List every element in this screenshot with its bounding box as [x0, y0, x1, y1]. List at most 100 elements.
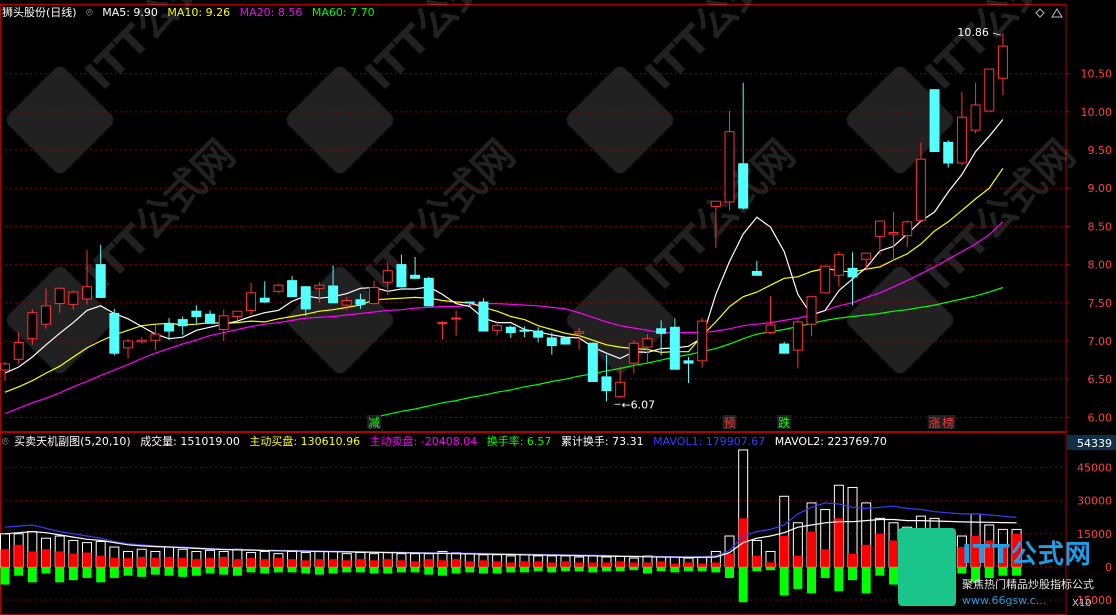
candle-body	[710, 200, 721, 208]
candle-body	[109, 312, 120, 354]
sell-bar	[861, 566, 871, 594]
candle-body	[656, 328, 667, 334]
main-y-tick-label: 7.00	[1088, 335, 1113, 348]
candle-body	[847, 267, 858, 278]
sell-bar	[27, 566, 37, 583]
buy-bar	[848, 553, 858, 567]
sell-bar	[55, 566, 65, 583]
main-y-tick-label: 6.00	[1088, 411, 1113, 424]
watermark-5: ITT公式网	[286, 132, 524, 374]
candle-body	[478, 301, 489, 332]
buy-bar	[779, 536, 789, 567]
signal-marker: 榜	[942, 415, 954, 430]
candle-body	[779, 343, 790, 354]
candle-body	[765, 324, 776, 334]
main-y-tick-label: 10.50	[1081, 68, 1113, 81]
sell-bar	[588, 566, 598, 573]
main-y-tick-label: 9.00	[1088, 182, 1113, 195]
candle-body	[874, 220, 885, 237]
sell-bar	[533, 566, 543, 572]
sell-bar	[519, 566, 529, 573]
sell-bar	[670, 566, 680, 573]
candle-body	[724, 131, 735, 203]
candle-body	[410, 274, 421, 279]
sell-bar	[437, 566, 447, 576]
candle-body	[314, 284, 325, 289]
watermark-text: ITT公式网	[357, 0, 524, 99]
sell-bar	[328, 566, 338, 574]
candle-body	[273, 284, 284, 292]
sell-bar	[96, 566, 106, 583]
sell-bar	[383, 566, 393, 574]
buy-bar	[793, 555, 803, 567]
sell-bar	[342, 566, 352, 573]
sell-bar	[0, 566, 10, 585]
buy-bar	[437, 560, 447, 567]
candle-body	[492, 325, 503, 331]
candle-body	[177, 319, 188, 327]
sub-y-tick-label: 45000	[1077, 462, 1112, 475]
watermark-4: ITT公式网	[6, 132, 244, 374]
buy-bar	[205, 558, 215, 567]
buy-bar	[861, 544, 871, 567]
buy-bar	[164, 556, 174, 567]
candle-body	[68, 291, 79, 305]
candle-body	[820, 265, 831, 294]
candle-body	[232, 310, 243, 318]
candle-body	[451, 317, 462, 320]
main-y-tick-label: 8.50	[1088, 220, 1113, 233]
buy-bar	[478, 560, 488, 567]
buy-bar	[642, 562, 652, 567]
buy-bar	[574, 562, 584, 567]
sell-bar	[725, 566, 735, 578]
buy-bar	[615, 561, 625, 567]
candle-body	[519, 329, 530, 332]
sell-bar	[301, 566, 311, 574]
low-label: ←6.07	[621, 398, 655, 411]
sell-bar	[205, 566, 215, 574]
sell-bar	[574, 566, 584, 572]
sell-bar	[355, 566, 365, 573]
candle-body	[533, 330, 544, 338]
sell-bar	[766, 566, 776, 571]
candle-body	[943, 141, 954, 164]
candle-body	[287, 280, 298, 298]
main-y-tick-label: 10.00	[1081, 106, 1113, 119]
buy-bar	[629, 562, 639, 567]
sell-bar	[287, 566, 297, 573]
buy-bar	[670, 563, 680, 567]
sell-bar	[492, 566, 502, 574]
sell-bar	[178, 566, 188, 577]
candle-body	[546, 337, 557, 347]
sell-bar	[465, 566, 475, 573]
candle-body	[970, 104, 981, 131]
buy-bar	[410, 561, 420, 567]
candle-body	[642, 338, 653, 348]
candle-body	[437, 322, 448, 325]
candle-body	[888, 232, 899, 235]
main-y-tick-label: 7.50	[1088, 297, 1113, 310]
buy-bar	[533, 561, 543, 567]
sell-bar	[191, 566, 201, 576]
logo-mark-icon	[898, 528, 956, 606]
buy-bar	[656, 561, 666, 567]
sell-bar	[41, 566, 51, 574]
watermark-text: ITT公式网	[77, 0, 244, 99]
high-label: 10.86	[957, 26, 989, 39]
buy-bar	[246, 558, 256, 567]
candle-body	[751, 270, 762, 276]
buy-bar	[314, 559, 324, 567]
sell-bar	[615, 566, 625, 572]
sell-bar	[848, 566, 858, 581]
buy-bar	[752, 555, 762, 567]
sell-bar	[738, 566, 748, 603]
buy-bar	[96, 555, 106, 567]
main-y-tick-label: 8.00	[1088, 259, 1113, 272]
candle-body	[601, 376, 612, 392]
scale-label: X10	[1072, 598, 1092, 609]
candle-body	[984, 68, 995, 112]
sell-bar	[711, 566, 721, 573]
sell-bar	[656, 566, 666, 572]
candle-body	[929, 89, 940, 153]
buy-bar	[807, 531, 817, 567]
